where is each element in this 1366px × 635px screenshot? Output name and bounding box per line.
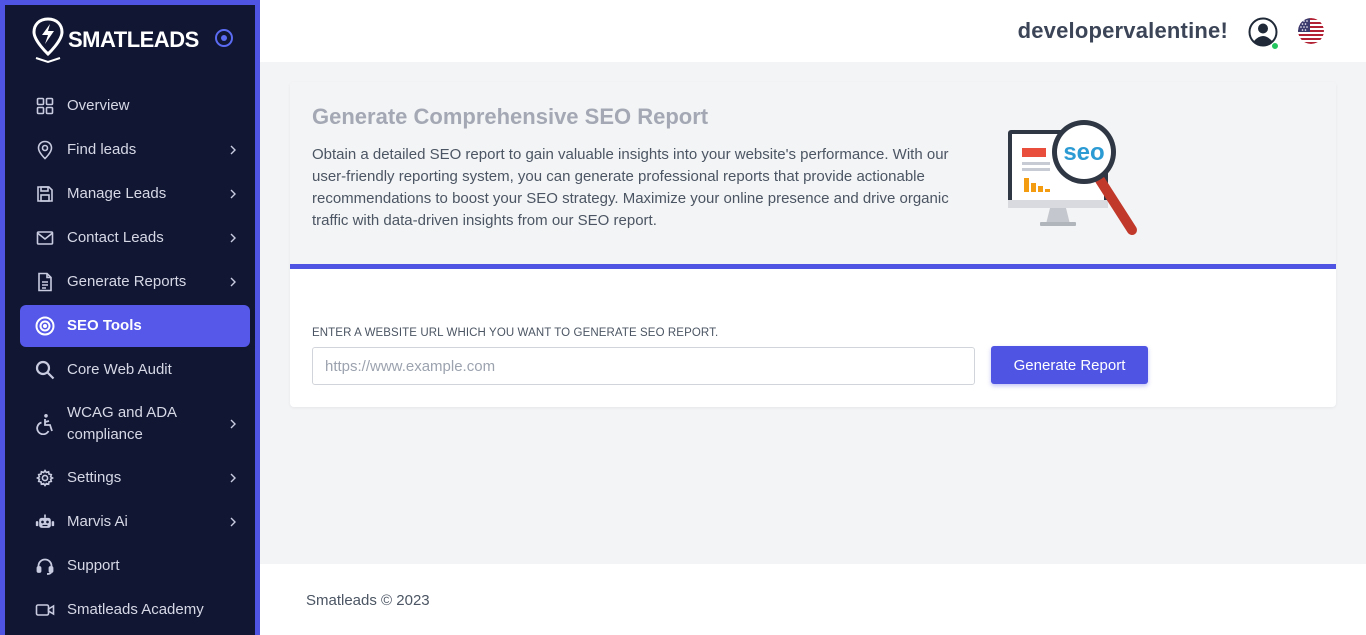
top-bar: developervalentine!: [260, 0, 1366, 62]
seo-report-hero: Generate Comprehensive SEO Report Obtain…: [290, 82, 1336, 269]
sidebar-item-label: SEO Tools: [67, 317, 142, 334]
sidebar-nav: Overview Find leads Manage Leads Contact…: [20, 85, 250, 633]
sidebar-item-marvis-ai[interactable]: Marvis Ai: [20, 501, 250, 543]
target-icon: [35, 316, 55, 336]
seo-magnifier-illustration: seo: [1008, 120, 1137, 235]
sidebar-item-label: Smatleads Academy: [67, 601, 204, 618]
sidebar-item-label: WCAG and ADA compliance: [67, 404, 177, 443]
sidebar-item-label: Overview: [67, 97, 130, 114]
sidebar-item-label: Settings: [67, 469, 122, 486]
gear-icon: [35, 468, 55, 488]
sidebar-item-label: Contact Leads: [67, 229, 164, 246]
sidebar-item-label: Support: [67, 557, 120, 574]
sidebar-item-label: Find leads: [67, 141, 137, 158]
sidebar-item-find-leads[interactable]: Find leads: [20, 129, 250, 171]
sidebar-panel: SMATLEADS Overview Find leads Manage Lea…: [5, 5, 255, 635]
sidebar-item-contact-leads[interactable]: Contact Leads: [20, 217, 250, 259]
mail-icon: [35, 228, 55, 248]
online-status-dot: [1271, 42, 1279, 50]
footer-copyright: Smatleads © 2023: [306, 592, 430, 609]
sidebar-item-support[interactable]: Support: [20, 545, 250, 587]
sidebar-item-label: Manage Leads: [67, 185, 167, 202]
headset-icon: [35, 556, 55, 576]
save-icon: [35, 184, 55, 204]
website-url-input[interactable]: [312, 347, 975, 385]
sidebar-item-label: Core Web Audit: [67, 361, 172, 378]
chevron-right-icon: [230, 145, 236, 155]
robot-icon: [35, 512, 55, 532]
sidebar-item-wcag-ada[interactable]: WCAG and ADA compliance: [20, 393, 250, 455]
chevron-right-icon: [230, 189, 236, 199]
target-toggle-icon[interactable]: [213, 27, 235, 49]
brand-name: SMATLEADS: [68, 27, 199, 52]
sidebar-item-academy[interactable]: Smatleads Academy: [20, 589, 250, 631]
video-icon: [35, 600, 55, 620]
search-icon: [35, 360, 55, 380]
sidebar-item-label: Generate Reports: [67, 273, 187, 290]
document-icon: [35, 272, 55, 292]
brand-logo[interactable]: SMATLEADS: [30, 15, 199, 65]
url-input-label: ENTER A WEBSITE URL WHICH YOU WANT TO GE…: [312, 327, 719, 339]
chevron-right-icon: [230, 277, 236, 287]
chevron-right-icon: [230, 233, 236, 243]
chevron-right-icon: [230, 419, 236, 429]
sidebar-item-seo-tools[interactable]: SEO Tools: [20, 305, 250, 347]
sidebar-item-generate-reports[interactable]: Generate Reports: [20, 261, 250, 303]
generate-report-button[interactable]: Generate Report: [991, 346, 1148, 384]
chevron-right-icon: [230, 517, 236, 527]
sidebar: SMATLEADS Overview Find leads Manage Lea…: [0, 0, 260, 635]
accessibility-icon: [35, 414, 55, 435]
map-pin-icon: [35, 140, 55, 160]
us-flag-icon[interactable]: [1298, 18, 1324, 44]
seo-illustration-text: seo: [1063, 139, 1104, 166]
page-description: Obtain a detailed SEO report to gain val…: [312, 146, 949, 229]
chevron-right-icon: [230, 473, 236, 483]
username: developervalentine!: [1017, 18, 1228, 43]
sidebar-item-manage-leads[interactable]: Manage Leads: [20, 173, 250, 215]
seo-report-card: Generate Comprehensive SEO Report Obtain…: [290, 82, 1336, 407]
footer: Smatleads © 2023: [260, 564, 1366, 635]
page-title: Generate Comprehensive SEO Report: [312, 104, 709, 129]
sidebar-item-core-web-audit[interactable]: Core Web Audit: [20, 349, 250, 391]
sidebar-item-settings[interactable]: Settings: [20, 457, 250, 499]
map-pin-bolt-logo: [32, 17, 64, 64]
grid-icon: [35, 96, 55, 116]
sidebar-item-label: Marvis Ai: [67, 513, 128, 530]
sidebar-item-overview[interactable]: Overview: [20, 85, 250, 127]
